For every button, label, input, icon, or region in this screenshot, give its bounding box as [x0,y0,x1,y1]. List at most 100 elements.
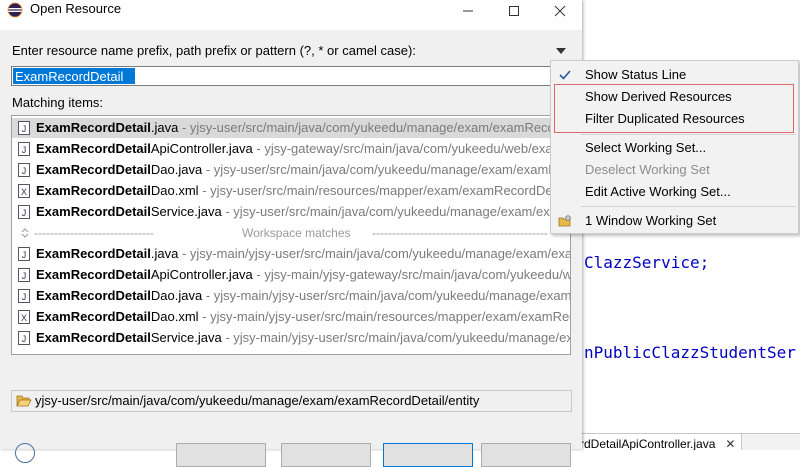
menu-item-label: Select Working Set... [585,140,707,155]
resource-location: yjsy-user/src/main/java/com/yukeedu/mana… [11,390,572,412]
search-field[interactable] [11,66,571,86]
menu-item-show-derived[interactable]: Show Derived Resources [551,86,798,108]
svg-text:X: X [21,313,27,323]
menu-item-show-status-line[interactable]: Show Status Line [551,64,798,86]
java-file-icon: J [18,289,30,303]
maximize-icon [509,6,519,16]
java-file-icon: J [18,205,30,219]
file-path: yjsy-user/src/main/java/com/yukeedu/mana… [189,120,570,135]
list-item[interactable]: J ExamRecordDetailDao.java - yjsy-user/s… [12,160,570,180]
cancel-button[interactable] [481,443,571,467]
menu-divider [581,134,796,135]
results-list[interactable]: J ExamRecordDetail.java - yjsy-user/src/… [11,115,571,355]
svg-text:J: J [22,208,27,218]
list-item[interactable]: J ExamRecordDetail.java - yjsy-main/yjsy… [12,244,570,264]
xml-file-icon: X [18,310,30,324]
file-suffix: Dao.java [150,162,203,177]
code-line: ClazzService; [584,253,710,272]
file-path: yjsy-main/yjsy-gateway/src/main/java/com… [264,267,570,282]
java-file-icon: J [18,331,30,345]
java-file-icon: J [18,247,30,261]
close-icon [554,5,566,17]
menu-item-deselect-working-set: Deselect Working Set [551,159,798,181]
file-suffix: .java [150,246,179,261]
editor-tab-bar: rdDetailApiController.java ✕ [580,433,800,450]
editor-tab-label: rdDetailApiController.java [580,437,716,450]
open-folder-icon [16,395,32,407]
svg-text:J: J [22,334,27,344]
separator-dashes: ------------------------------ [34,226,154,240]
file-suffix: ApiController.java [150,267,253,282]
file-path: yjsy-main/yjsy-user/src/main/java/com/yu… [189,246,570,261]
svg-text:J: J [22,292,27,302]
file-suffix: Service.java [150,330,222,345]
search-prompt-label: Enter resource name prefix, path prefix … [12,43,416,58]
match-text: ExamRecordDetail [36,120,151,135]
eclipse-icon [7,2,23,18]
menu-item-window-working-set[interactable]: 1 Window Working Set [551,210,798,232]
close-button[interactable] [537,0,583,22]
menu-item-label: Show Status Line [585,67,687,82]
separator-label: Workspace matches [242,226,351,240]
close-icon[interactable]: ✕ [725,437,735,450]
file-path: yjsy-main/yjsy-user/src/main/java/com/yu… [233,330,571,345]
list-item[interactable]: J ExamRecordDetail.java - yjsy-user/src/… [12,118,570,138]
dialog-button[interactable] [281,443,371,467]
view-menu-button[interactable] [553,43,569,59]
menu-item-edit-working-set[interactable]: Edit Active Working Set... [551,181,798,203]
match-text: ExamRecordDetail [36,288,151,303]
open-button[interactable] [383,443,473,467]
match-text: ExamRecordDetail [36,204,151,219]
list-item[interactable]: J ExamRecordDetailApiController.java - y… [12,139,570,159]
file-suffix: Dao.xml [150,183,199,198]
file-suffix: .java [150,120,179,135]
matching-items-label: Matching items: [12,95,104,110]
dialog-button[interactable] [176,443,266,467]
svg-text:J: J [22,271,27,281]
window-title: Open Resource [30,1,122,16]
file-suffix: Service.java [150,204,222,219]
file-suffix: Dao.java [150,288,203,303]
view-menu-popup: Show Status Line Show Derived Resources … [550,60,799,234]
file-path: yjsy-gateway/src/main/java/com/yukeedu/w… [264,141,570,156]
checkmark-icon [559,70,571,80]
java-file-icon: J [18,121,30,135]
match-text: ExamRecordDetail [36,309,151,324]
title-bar: Open Resource [0,0,582,30]
menu-item-filter-duplicated[interactable]: Filter Duplicated Resources [551,108,798,130]
file-path: yjsy-user/src/main/resources/mapper/exam… [210,183,570,198]
file-path: yjsy-user/src/main/java/com/yukeedu/mana… [213,162,570,177]
java-file-icon: J [18,142,30,156]
file-path: yjsy-user/src/main/java/com/yukeedu/mana… [233,204,571,219]
code-line: nPublicClazzStudentSer [584,343,796,362]
svg-text:J: J [22,145,27,155]
working-set-icon [558,215,571,227]
workspace-matches-separator: ------------------------------ Workspace… [12,223,570,243]
match-text: ExamRecordDetail [36,246,151,261]
file-path: yjsy-main/yjsy-user/src/main/resources/m… [210,309,571,324]
match-text: ExamRecordDetail [36,162,151,177]
svg-text:X: X [21,187,27,197]
list-item[interactable]: J ExamRecordDetailApiController.java - y… [12,265,570,285]
match-text: ExamRecordDetail [36,330,151,345]
file-path: yjsy-main/yjsy-user/src/main/java/com/yu… [213,288,571,303]
match-text: ExamRecordDetail [36,141,151,156]
location-path: yjsy-user/src/main/java/com/yukeedu/mana… [35,393,480,408]
list-item[interactable]: X ExamRecordDetailDao.xml - yjsy-user/sr… [12,181,570,201]
minimize-button[interactable] [445,0,491,22]
list-item[interactable]: X ExamRecordDetailDao.xml - yjsy-main/yj… [12,307,571,327]
list-item[interactable]: J ExamRecordDetailService.java - yjsy-us… [12,202,571,222]
file-suffix: Dao.xml [150,309,199,324]
list-item[interactable]: J ExamRecordDetailService.java - yjsy-ma… [12,328,571,348]
menu-item-label: 1 Window Working Set [585,213,717,228]
collapse-chevron-icon [21,228,29,238]
java-file-icon: J [18,268,30,282]
maximize-button[interactable] [491,0,537,22]
list-item[interactable]: J ExamRecordDetailDao.java - yjsy-main/y… [12,286,571,306]
help-icon[interactable] [15,443,35,463]
search-input[interactable] [13,68,135,84]
menu-item-select-working-set[interactable]: Select Working Set... [551,137,798,159]
java-file-icon: J [18,163,30,177]
editor-tab[interactable]: rdDetailApiController.java ✕ [580,434,743,450]
svg-text:J: J [22,124,27,134]
